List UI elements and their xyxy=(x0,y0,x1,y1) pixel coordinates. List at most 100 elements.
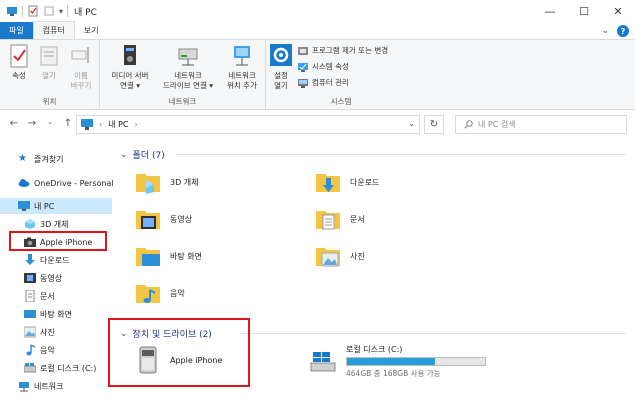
nav-item-videos[interactable]: 동영상 xyxy=(24,270,62,286)
nav-item-this-pc[interactable]: 내 PC xyxy=(0,198,112,214)
ribbon-tabs: 파일 컴퓨터 보기 ⌄ ? xyxy=(0,21,635,40)
customize-toolbar-icon[interactable]: ▾ xyxy=(59,7,63,16)
media-server-button[interactable]: 미디어 서버 연결 ▾ xyxy=(104,43,156,91)
open-settings-button[interactable]: 설정 열기 xyxy=(268,43,294,91)
computer-management-button[interactable]: 컴퓨터 관리 xyxy=(298,77,349,88)
maximize-button[interactable]: ☐ xyxy=(567,0,601,22)
folder-label: 문서 xyxy=(350,214,365,224)
refresh-button[interactable]: ↻ xyxy=(424,115,444,134)
folder-downloads[interactable]: 다운로드 xyxy=(314,168,379,196)
nav-item-label: OneDrive - Personal xyxy=(34,178,114,188)
address-dropdown-icon[interactable]: ⌄ xyxy=(408,119,415,128)
address-bar[interactable]: › 내 PC › ⌄ xyxy=(76,115,420,134)
toolbar-divider xyxy=(67,5,69,17)
rename-button[interactable]: 이름 바꾸기 xyxy=(66,43,96,91)
system-properties-label: 시스템 속성 xyxy=(312,62,349,71)
chevron-down-icon[interactable]: ⌄ xyxy=(601,26,609,36)
group-label-network: 네트워크 xyxy=(168,97,197,106)
device-local-disk[interactable]: 로컬 디스크 (C:) 464GB 중 168GB 사용 가능 xyxy=(310,344,486,379)
rename-label: 이름 바꾸기 xyxy=(70,71,92,90)
open-settings-label: 설정 열기 xyxy=(274,71,288,90)
folder-label: 다운로드 xyxy=(350,177,380,187)
help-icon[interactable]: ? xyxy=(617,25,629,37)
documents-folder-icon xyxy=(316,211,340,230)
folder-videos[interactable]: 동영상 xyxy=(134,205,192,233)
up-arrow-icon[interactable]: ↑ xyxy=(60,118,76,129)
disk-usage-fill xyxy=(347,358,436,365)
folder-music[interactable]: 음악 xyxy=(134,279,185,307)
back-arrow-icon[interactable]: ← xyxy=(6,118,22,129)
toolbar-divider xyxy=(22,5,23,17)
nav-item-network[interactable]: 네트워크 xyxy=(18,378,63,394)
folders-section-header[interactable]: ⌄ 폴더 (7) xyxy=(120,148,165,162)
system-properties-icon xyxy=(298,62,308,72)
nav-item-music[interactable]: 음악 xyxy=(24,342,55,358)
tab-computer[interactable]: 컴퓨터 xyxy=(32,21,75,39)
title-bar: ▾ 내 PC — ☐ ✕ xyxy=(0,0,635,22)
breadcrumb-separator-icon: › xyxy=(99,120,103,129)
nav-item-3d-objects[interactable]: 3D 개체 xyxy=(24,216,69,232)
search-placeholder: 내 PC 검색 xyxy=(478,120,516,129)
music-folder-icon xyxy=(136,285,160,303)
folders-header-label: 폴더 (7) xyxy=(132,151,165,161)
film-icon xyxy=(24,273,36,283)
open-button[interactable]: 열기 xyxy=(36,43,62,81)
folder-3d-objects[interactable]: 3D 개체 xyxy=(134,168,199,196)
nav-item-pictures[interactable]: 사진 xyxy=(24,324,55,340)
map-network-drive-button[interactable]: 네트워크 드라이브 연결 ▾ xyxy=(158,43,218,91)
recent-chevron-icon[interactable]: ⌄ xyxy=(42,118,58,129)
nav-item-downloads[interactable]: 다운로드 xyxy=(24,252,69,268)
nav-item-label: 3D 개체 xyxy=(40,219,69,229)
group-label-system: 시스템 xyxy=(330,97,352,106)
properties-label: 속성 xyxy=(12,71,26,80)
breadcrumb-this-pc[interactable]: 내 PC xyxy=(108,119,128,130)
forward-arrow-icon[interactable]: → xyxy=(24,118,40,129)
3d-objects-icon xyxy=(25,219,35,229)
disk-space-text: 464GB 중 168GB 사용 가능 xyxy=(346,369,441,378)
folder-label: 바탕 화면 xyxy=(170,251,202,261)
downloads-folder-icon xyxy=(316,174,340,192)
map-network-drive-label: 네트워크 드라이브 연결 ▾ xyxy=(163,71,213,90)
properties-button[interactable]: 속성 xyxy=(6,43,32,81)
uninstall-program-button[interactable]: 프로그램 제거 또는 변경 xyxy=(298,45,388,56)
ribbon-right-controls: ⌄ ? xyxy=(601,25,629,37)
close-button[interactable]: ✕ xyxy=(601,0,635,22)
search-box[interactable]: 내 PC 검색 xyxy=(455,115,627,134)
nav-item-desktop[interactable]: 바탕 화면 xyxy=(24,306,72,322)
ribbon-group-network: 미디어 서버 연결 ▾ 네트워크 드라이브 연결 ▾ 네트워크 위치 추가 네트… xyxy=(100,40,266,110)
chevron-right-icon[interactable]: › xyxy=(135,120,138,129)
ribbon: 속성 열기 이름 바꾸기 위치 미디어 서버 연결 ▾ 네트워크 드라이브 연결… xyxy=(0,40,635,110)
ribbon-group-location: 속성 열기 이름 바꾸기 위치 xyxy=(0,40,100,110)
refresh-icon: ↻ xyxy=(429,119,439,130)
folder-desktop[interactable]: 바탕 화면 xyxy=(134,242,202,270)
quick-access-toolbar: ▾ xyxy=(0,5,69,17)
add-network-location-button[interactable]: 네트워크 위치 추가 xyxy=(220,43,264,91)
star-icon: ★ xyxy=(18,153,27,164)
computer-icon xyxy=(18,201,30,211)
system-properties-button[interactable]: 시스템 속성 xyxy=(298,61,349,72)
folder-documents[interactable]: 문서 xyxy=(314,205,365,233)
nav-item-onedrive[interactable]: OneDrive - Personal xyxy=(18,175,114,191)
folder-label: 동영상 xyxy=(170,214,193,224)
section-divider xyxy=(240,333,626,334)
chevron-down-icon: ⌄ xyxy=(120,149,128,160)
drive-icon xyxy=(24,363,36,373)
gear-icon xyxy=(270,44,292,66)
new-folder-icon[interactable] xyxy=(43,5,55,17)
nav-item-label: 다운로드 xyxy=(40,255,70,265)
properties-check-icon[interactable] xyxy=(27,5,39,17)
tab-file[interactable]: 파일 xyxy=(0,22,33,39)
tab-view[interactable]: 보기 xyxy=(75,22,108,39)
nav-item-documents[interactable]: 문서 xyxy=(24,288,55,304)
nav-item-label: 내 PC xyxy=(34,201,55,211)
nav-item-label: 음악 xyxy=(40,345,55,355)
media-server-label: 미디어 서버 연결 ▾ xyxy=(111,71,149,90)
picture-icon xyxy=(24,326,36,338)
folder-pictures[interactable]: 사진 xyxy=(314,242,365,270)
nav-item-label: 문서 xyxy=(40,291,55,301)
minimize-button[interactable]: — xyxy=(533,0,567,22)
nav-item-quick-access[interactable]: ★ 즐겨찾기 xyxy=(18,151,63,167)
music-note-icon xyxy=(26,344,36,356)
nav-item-local-disk[interactable]: 로컬 디스크 (C:) xyxy=(24,360,96,376)
nav-item-label: 바탕 화면 xyxy=(40,309,72,319)
